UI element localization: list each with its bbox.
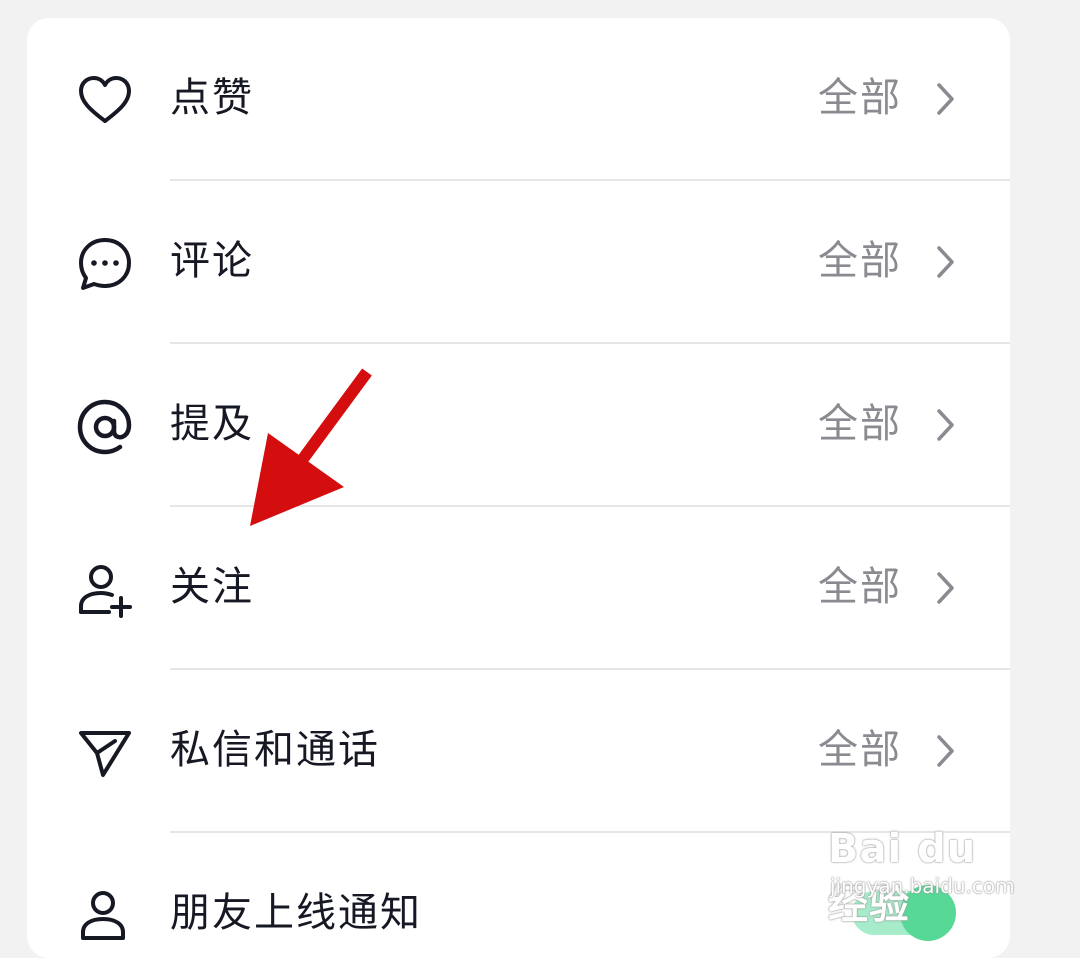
row-value: 全部	[818, 401, 902, 447]
chevron-right-icon	[937, 735, 954, 767]
at-icon	[75, 397, 135, 457]
user-icon	[75, 886, 135, 946]
row-label: 私信和通话	[170, 727, 380, 773]
chevron-right-icon	[937, 409, 954, 441]
send-icon	[75, 723, 135, 783]
comment-icon	[75, 234, 135, 294]
row-value: 全部	[818, 75, 902, 121]
chevron-right-icon	[937, 572, 954, 604]
settings-row-comments[interactable]: 评论 全部	[27, 181, 1010, 344]
watermark-sub-text: jingyan.baidu.com	[830, 874, 1015, 898]
settings-row-mentions[interactable]: 提及 全部	[27, 344, 1010, 507]
chevron-right-icon	[937, 246, 954, 278]
row-label: 点赞	[170, 75, 254, 121]
baidu-watermark: Bai du 经验 jingyan.baidu.com	[828, 806, 1028, 928]
row-value: 全部	[818, 564, 902, 610]
row-label: 评论	[170, 238, 254, 284]
user-add-icon	[75, 560, 135, 620]
row-value: 全部	[818, 727, 902, 773]
heart-icon	[75, 71, 135, 131]
row-label: 提及	[170, 401, 254, 447]
row-label: 朋友上线通知	[170, 890, 422, 936]
row-label: 关注	[170, 564, 254, 610]
settings-row-likes[interactable]: 点赞 全部	[27, 18, 1010, 181]
row-value: 全部	[818, 238, 902, 284]
settings-row-follows[interactable]: 关注 全部	[27, 507, 1010, 670]
chevron-right-icon	[937, 83, 954, 115]
